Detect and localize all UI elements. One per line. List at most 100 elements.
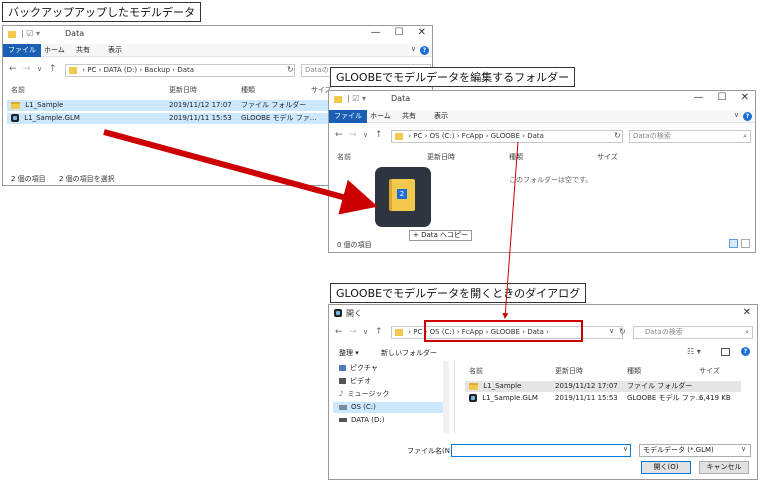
close-button[interactable]: ✕ [741,92,749,103]
column-name[interactable]: 名前 [469,366,483,376]
search-input[interactable]: Dataの検索 ⌕ [629,130,751,143]
breadcrumb-fcapp[interactable]: FcApp [462,132,484,140]
quick-access-icon: | ☑ ▾ [21,29,40,38]
breadcrumb-gloobe[interactable]: GLOOBE [491,132,520,140]
tab-home[interactable]: ホーム [39,44,70,57]
file-name: L1_Sample.GLM [24,114,80,122]
sidebar-item-data-drive[interactable]: DATA (D:) [333,415,445,426]
music-icon: ♪ [339,390,344,398]
filename-input[interactable] [451,444,631,457]
window-title: Data [391,94,411,103]
refresh-icon[interactable]: ↻ [619,327,626,336]
details-view-icon[interactable] [729,239,738,248]
tab-file[interactable]: ファイル [329,110,367,123]
up-arrow-icon[interactable]: ↑ [375,327,383,337]
sidebar-item-os-drive[interactable]: OS (C:) [333,402,445,413]
column-size[interactable]: サイズ [699,366,720,376]
help-icon[interactable]: ? [420,46,429,55]
chevron-down-icon[interactable]: ∨ [741,445,746,453]
column-type[interactable]: 種類 [627,366,641,376]
maximize-button[interactable]: ☐ [395,27,404,38]
column-type[interactable]: 種類 [241,85,255,95]
tab-share[interactable]: 共有 [71,44,95,57]
folder-icon [395,132,403,140]
search-icon: ⌕ [743,132,747,140]
drive-icon [339,404,347,410]
breadcrumb-backup[interactable]: Backup [144,66,170,74]
tab-view[interactable]: 表示 [429,110,453,123]
up-arrow-icon[interactable]: ↑ [49,64,57,74]
file-date: 2019/11/11 15:53 [555,394,618,402]
address-bar[interactable]: › PC › DATA (D:) › Backup › Data [65,64,295,77]
breadcrumb-drive[interactable]: DATA (D:) [104,66,137,74]
search-icon: ⌕ [745,328,749,336]
column-modified[interactable]: 更新日時 [169,85,197,95]
chevron-down-icon[interactable]: ∨ [411,45,416,53]
view-options-icon[interactable]: ☷ ▾ [687,347,701,356]
breadcrumb-data[interactable]: Data [177,66,194,74]
open-button[interactable]: 開く(O) [641,461,691,474]
column-size[interactable]: サイズ [597,152,618,162]
folder-icon [11,101,20,109]
file-size: 6,419 KB [699,394,731,402]
tab-share[interactable]: 共有 [397,110,421,123]
window-title: Data [65,29,85,38]
title-bar: | ☑ ▾ Data — ☐ ✕ [3,26,432,44]
back-arrow-icon[interactable]: ← [9,64,17,74]
list-item[interactable]: L1_Sample 2019/11/12 17:07 ファイル フォルダー [465,381,741,392]
chevron-down-icon[interactable]: ∨ [734,111,739,119]
sidebar-item-music[interactable]: ♪ ミュージック [333,389,445,400]
back-arrow-icon[interactable]: ← [335,327,343,337]
breadcrumb-pc[interactable]: PC [87,66,96,74]
sidebar-item-pictures[interactable]: ピクチャ [333,363,445,374]
forward-arrow-icon[interactable]: → [349,130,357,140]
forward-arrow-icon[interactable]: → [23,64,31,74]
chevron-down-icon[interactable]: ∨ [609,327,614,335]
help-icon[interactable]: ? [741,347,750,356]
folder-icon [69,66,77,74]
large-icons-view-icon[interactable] [741,239,750,248]
chevron-down-icon[interactable]: ∨ [363,328,368,336]
tab-file[interactable]: ファイル [3,44,41,57]
breadcrumb-pc[interactable]: PC [413,132,422,140]
back-arrow-icon[interactable]: ← [335,130,343,140]
refresh-icon[interactable]: ↻ [287,65,294,74]
address-bar[interactable]: › PC › OS (C:) › FcApp › GLOOBE › Data [391,130,623,143]
breadcrumb-data[interactable]: Data [527,132,544,140]
column-name[interactable]: 名前 [11,85,25,95]
folder-icon [395,328,403,336]
nav-pane-scrollbar[interactable] [443,361,449,433]
quick-access-icon: | ☑ ▾ [347,94,366,103]
help-icon[interactable]: ? [743,112,752,121]
column-modified[interactable]: 更新日時 [555,366,583,376]
new-folder-button[interactable]: 新しいフォルダー [381,348,437,358]
forward-arrow-icon[interactable]: → [349,327,357,337]
column-name[interactable]: 名前 [337,152,351,162]
chevron-down-icon[interactable]: ∨ [363,131,368,139]
preview-pane-icon[interactable] [721,348,730,356]
organize-button[interactable]: 整理 ▾ [339,348,359,358]
dialog-title: 開く [346,309,362,318]
maximize-button[interactable]: ☐ [718,92,727,103]
breadcrumb-drive[interactable]: OS (C:) [430,132,455,140]
sidebar-item-videos[interactable]: ビデオ [333,376,445,387]
close-button[interactable]: ✕ [743,307,751,318]
minimize-button[interactable]: — [694,92,704,103]
column-type[interactable]: 種類 [509,152,523,162]
close-button[interactable]: ✕ [418,27,426,38]
file-type-filter[interactable]: モデルデータ (*.GLM) [639,444,751,457]
tab-home[interactable]: ホーム [365,110,396,123]
refresh-icon[interactable]: ↻ [614,131,621,140]
up-arrow-icon[interactable]: ↑ [375,130,383,140]
chevron-down-icon[interactable]: ∨ [623,445,628,453]
minimize-button[interactable]: — [371,27,381,38]
file-date: 2019/11/11 15:53 [169,114,232,122]
cancel-button[interactable]: キャンセル [699,461,749,474]
tab-view[interactable]: 表示 [103,44,127,57]
column-modified[interactable]: 更新日時 [427,152,455,162]
nav-pane: ピクチャ ビデオ ♪ ミュージック OS (C:) DATA (D:) [329,361,455,433]
breadcrumb-pc[interactable]: PC [413,328,422,336]
list-item[interactable]: L1_Sample.GLM 2019/11/11 15:53 GLOOBE モデ… [465,393,741,404]
chevron-down-icon[interactable]: ∨ [37,65,42,73]
search-input[interactable]: Dataの検索 ⌕ [633,326,753,339]
